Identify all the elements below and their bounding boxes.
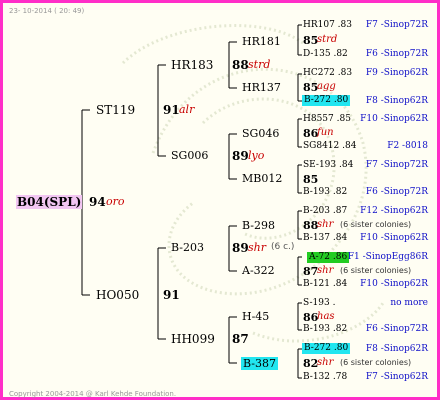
gen2-hr183-tag: strd (248, 58, 271, 71)
gen4-name[interactable]: S-193 . (303, 299, 335, 308)
gen4-name[interactable]: HR107 .83 (303, 21, 352, 30)
gen4-name[interactable]: HC272 .83 (303, 69, 352, 78)
gen4-name[interactable]: B-137 .84 (303, 234, 347, 243)
gen1-upper-tag: alr (179, 103, 195, 116)
gen3-h45-tag: has (317, 311, 335, 322)
root-tag: oro (106, 195, 125, 208)
gen2-sg006-id[interactable]: SG006 (171, 150, 208, 161)
pedigree-frame: 23- 10-2014 ( 20: 49) Copyright 2004-201… (0, 0, 440, 400)
gen4-name[interactable]: B-272 .80 (302, 343, 351, 354)
gen4-name[interactable]: B-132 .78 (303, 373, 347, 382)
gen3-a322-tag: shr (317, 265, 334, 276)
gen2-hr183-id[interactable]: HR183 (171, 59, 213, 71)
gen4-name[interactable]: D-135 .82 (303, 50, 348, 59)
gen4-name[interactable]: B-193 .82 (303, 325, 347, 334)
gen3-b387-tag: shr (317, 357, 334, 368)
gen3-a322-id[interactable]: A-322 (242, 265, 275, 276)
gen3-mb012-score: 85 (303, 173, 319, 186)
gen3-hr181-id[interactable]: HR181 (242, 36, 281, 47)
gen2-b203-score: 89 (232, 241, 249, 255)
gen3-h45-id[interactable]: H-45 (242, 311, 269, 322)
gen3-b298-tag: shr (317, 219, 334, 230)
gen4-name[interactable]: B-193 .82 (303, 188, 347, 197)
root-score: 94 (89, 195, 106, 209)
gen2-b203-tag: shr (248, 241, 266, 254)
gen4-source: F7 -Sinop72R (365, 20, 428, 30)
gen2-b203-id[interactable]: B-203 (171, 242, 204, 253)
gen3-b387-id[interactable]: B-387 (241, 357, 278, 370)
gen4-name[interactable]: SG8412 .84 (303, 142, 356, 151)
gen3-b298-note: (6 sister colonies) (340, 220, 412, 229)
gen1-upper-score: 91 (163, 103, 180, 117)
gen3-b298-id[interactable]: B-298 (242, 220, 275, 231)
gen4-name[interactable]: B-272 .80 (302, 95, 351, 106)
gen4-source: F10 -Sinop62R (360, 114, 428, 124)
gen4-source: F10 -Sinop62R (360, 279, 428, 289)
gen2-hh099-id[interactable]: HH099 (171, 333, 215, 345)
gen3-a322-note: (6 sister colonies) (340, 266, 412, 275)
gen1-lower-id[interactable]: HO050 (96, 289, 139, 301)
gen4-source: F8 -Sinop62R (365, 344, 428, 354)
gen1-lower-score: 91 (163, 288, 180, 302)
copyright-notice: Copyright 2004-2014 @ Karl Kehde Foundat… (9, 390, 177, 398)
gen4-source: F10 -Sinop62R (360, 233, 428, 243)
gen3-sg046-tag: fun (317, 127, 334, 138)
gen4-source: F1 -SinopEgg86R (347, 252, 428, 262)
gen3-sg046-id[interactable]: SG046 (242, 128, 279, 139)
gen4-source: F2 -8018 (387, 141, 428, 151)
gen3-hr137-id[interactable]: HR137 (242, 82, 281, 93)
gen4-name[interactable]: SE-193 .84 (303, 161, 353, 170)
gen1-upper-id[interactable]: ST119 (96, 104, 135, 116)
gen3-hr181-tag: strd (317, 34, 338, 45)
gen2-sg006-score: 89 (232, 149, 249, 163)
gen3-hr137-tag: agg (317, 81, 336, 92)
gen2-hh099-score: 87 (232, 332, 249, 346)
gen4-source: F9 -Sinop62R (365, 68, 428, 78)
gen4-name[interactable]: H8557 .85 (303, 115, 351, 124)
gen4-name[interactable]: B-121 .84 (303, 280, 347, 289)
gen3-mb012-id[interactable]: MB012 (242, 173, 282, 184)
gen4-source: F6 -Sinop72R (365, 187, 428, 197)
timestamp: 23- 10-2014 ( 20: 49) (9, 7, 85, 15)
gen4-source: F12 -Sinop62R (360, 206, 428, 216)
gen4-source: F7 -Sinop72R (365, 160, 428, 170)
gen3-b387-note: (6 sister colonies) (340, 358, 412, 367)
root-colony-id[interactable]: B04(SPL) (16, 195, 83, 209)
gen4-name[interactable]: A-72 .86 (307, 252, 350, 263)
gen2-hr183-score: 88 (232, 58, 249, 72)
gen2-sg006-tag: lyo (248, 149, 265, 162)
gen4-source: F6 -Sinop72R (365, 49, 428, 59)
gen4-source: F6 -Sinop72R (365, 324, 428, 334)
gen2-b203-note: (6 c.) (271, 242, 295, 252)
gen4-source: F7 -Sinop62R (365, 372, 428, 382)
gen4-name[interactable]: B-203 .87 (303, 207, 347, 216)
gen4-source: F8 -Sinop62R (365, 96, 428, 106)
gen4-source: no more (390, 298, 428, 308)
